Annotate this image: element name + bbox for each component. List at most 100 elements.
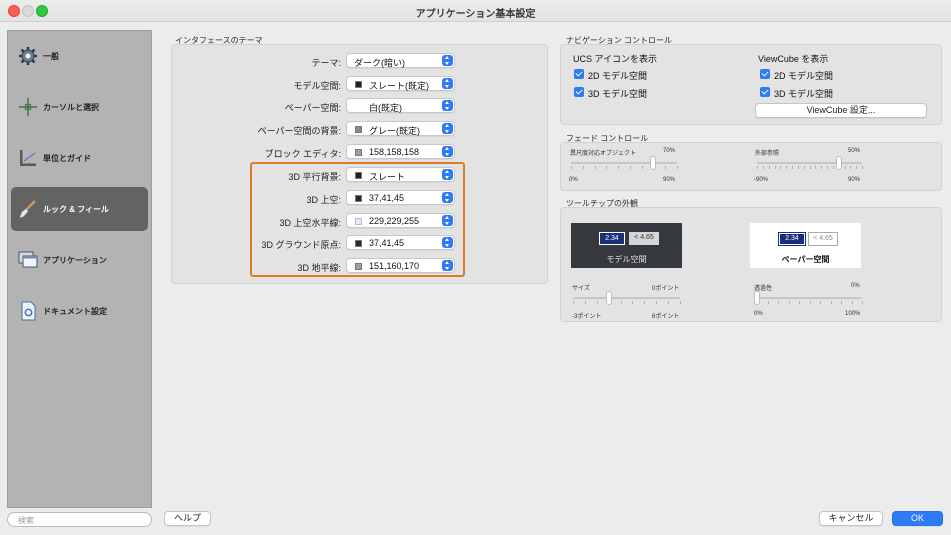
sidebar-item-application[interactable]: アプリケーション (11, 238, 148, 282)
stepper-arrows-icon (442, 260, 453, 271)
external-ref-min: -90% (754, 177, 769, 183)
slider-tick (786, 166, 787, 169)
annotative-objects-max: 90% (663, 177, 676, 183)
model-space-tooltip-preview: 2.34 < 4.65 モデル空間 (571, 223, 682, 268)
select-value: 37,41,45 (369, 193, 405, 203)
tooltip-transparency-value: 0% (851, 283, 860, 289)
tooltip-sample-value: 2.34 (599, 232, 625, 245)
stepper-arrows-icon (442, 55, 453, 66)
block-editor-select[interactable]: 158,158,158 (346, 144, 455, 159)
windows-icon (18, 251, 38, 268)
viewcube-3d-label: 3D モデル空間 (774, 89, 834, 99)
sidebar-item-units-guides[interactable]: 単位とガイド (11, 136, 148, 180)
sidebar-item-label: 単位とガイド (43, 153, 91, 163)
select-value: 151,160,170 (369, 261, 420, 271)
slider-tick (841, 301, 842, 304)
annotative-objects-slider-thumb[interactable] (650, 156, 656, 170)
slider-tick (656, 301, 657, 304)
3d-ground-origin-label: 3D グラウンド原点: (261, 240, 341, 250)
cancel-button[interactable]: キャンセル (819, 511, 883, 526)
tooltip-size-slider-track[interactable] (573, 297, 680, 299)
viewcube-2d-checkbox[interactable] (760, 69, 770, 79)
viewcube-2d-label: 2D モデル空間 (774, 71, 834, 81)
viewcube-3d-checkbox[interactable] (760, 87, 770, 97)
ucs-2d-label: 2D モデル空間 (588, 71, 648, 81)
title-bar: アプリケーション基本設定 (0, 0, 951, 22)
slider-tick (665, 166, 666, 169)
ruler-guide-icon (20, 150, 36, 166)
model-space-select[interactable]: スレート(既定) (346, 76, 455, 91)
sidebar-item-cursor-selection[interactable]: カーソルと選択 (11, 85, 148, 129)
slider-tick (630, 166, 631, 169)
slider-tick (644, 301, 645, 304)
slider-tick (763, 166, 764, 169)
slider-tick (642, 166, 643, 169)
sidebar: 一般 カーソルと選択 単位とガイド ルック & フィール アプリケーション ドキ… (7, 30, 152, 508)
paper-space-label: ペーパー空間: (284, 103, 341, 113)
sidebar-item-label: ルック & フィール (43, 204, 110, 214)
tooltip-sample-compare: < 4.65 (629, 232, 659, 245)
3d-parallel-background-select[interactable]: スレート (346, 167, 455, 182)
slider-tick (831, 301, 832, 304)
tooltip-size-label: サイズ (572, 286, 590, 292)
tooltip-size-slider-thumb[interactable] (606, 291, 612, 305)
3d-ground-origin-select[interactable]: 37,41,45 (346, 235, 455, 250)
paper-space-caption: ペーパー空間 (781, 255, 830, 264)
slider-tick (789, 301, 790, 304)
stepper-arrows-icon (442, 192, 453, 203)
slider-tick (852, 301, 853, 304)
tooltip-transparency-min: 0% (754, 311, 763, 317)
slider-tick (597, 301, 598, 304)
paper-space-select[interactable]: 白(既定) (346, 98, 455, 113)
3d-parallel-background-label: 3D 平行背景: (288, 172, 341, 182)
3d-horizon-select[interactable]: 151,160,170 (346, 258, 455, 273)
annotative-objects-slider-track[interactable] (571, 162, 677, 164)
color-swatch (355, 126, 362, 133)
select-value: ダーク(暗い) (354, 58, 405, 68)
tooltip-sample-compare: < 4.65 (808, 232, 838, 246)
paintbrush-icon (19, 200, 36, 218)
select-value: 白(既定) (369, 103, 402, 113)
select-value: 37,41,45 (369, 238, 405, 248)
sidebar-item-look-feel[interactable]: ルック & フィール (11, 187, 148, 231)
tooltip-sample-value: 2.34 (780, 234, 804, 244)
slider-tick (618, 166, 619, 169)
tooltip-transparency-slider-thumb[interactable] (754, 291, 760, 305)
search-input[interactable]: 検索 (7, 512, 152, 527)
stepper-arrows-icon (442, 169, 453, 180)
slider-tick (821, 166, 822, 169)
stepper-arrows-icon (442, 237, 453, 248)
crosshair-cursor-icon (19, 98, 37, 116)
slider-tick (595, 166, 596, 169)
paper-background-select[interactable]: グレー(既定) (346, 121, 455, 136)
3d-sky-select[interactable]: 37,41,45 (346, 190, 455, 205)
ucs-3d-label: 3D モデル空間 (588, 89, 648, 99)
external-ref-value: 50% (848, 148, 861, 154)
slider-tick (585, 301, 586, 304)
annotative-objects-value: 70% (663, 148, 676, 154)
slider-tick (862, 166, 863, 169)
external-ref-slider-track[interactable] (757, 162, 862, 164)
3d-sky-horizon-select[interactable]: 229,229,255 (346, 213, 455, 228)
slider-tick (780, 166, 781, 169)
stepper-arrows-icon (442, 146, 453, 157)
stepper-arrows-icon (442, 215, 453, 226)
ok-button[interactable]: OK (892, 511, 943, 526)
external-ref-max: 90% (848, 177, 861, 183)
sidebar-item-document-settings[interactable]: ドキュメント設定 (11, 289, 148, 333)
slider-tick (804, 166, 805, 169)
3d-sky-label: 3D 上空: (306, 195, 341, 205)
sidebar-item-general[interactable]: 一般 (11, 34, 148, 78)
select-value: グレー(既定) (369, 126, 420, 136)
external-ref-slider-thumb[interactable] (836, 156, 842, 170)
ucs-3d-checkbox[interactable] (574, 87, 584, 97)
theme-select[interactable]: ダーク(暗い) (346, 53, 455, 68)
help-button[interactable]: ヘルプ (164, 511, 211, 526)
color-swatch (355, 240, 362, 247)
tooltip-transparency-slider-track[interactable] (757, 297, 862, 299)
viewcube-settings-button[interactable]: ViewCube 設定... (755, 103, 927, 118)
slider-tick (810, 301, 811, 304)
ucs-2d-checkbox[interactable] (574, 69, 584, 79)
slider-tick (856, 166, 857, 169)
stepper-arrows-icon (442, 123, 453, 134)
